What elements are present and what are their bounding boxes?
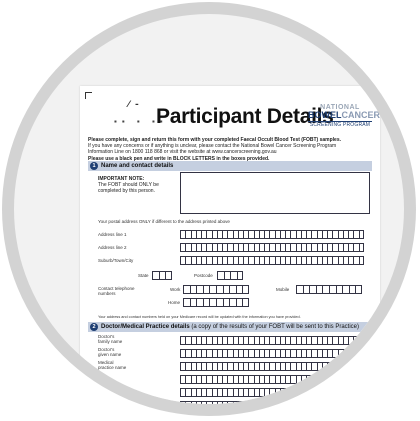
char-box[interactable] (215, 285, 223, 294)
char-box[interactable] (242, 298, 249, 307)
contact-label: Contact telephone numbers (98, 286, 135, 296)
section-1-number: 1 (90, 162, 98, 170)
char-box[interactable] (158, 271, 166, 280)
note-body: The FOBT should ONLY be completed by thi… (98, 182, 159, 194)
logo-line-2b: CANCER (341, 110, 381, 120)
address-line-1-field[interactable] (180, 230, 364, 239)
postcode-field[interactable] (217, 271, 244, 280)
char-box[interactable] (183, 298, 190, 307)
char-box[interactable] (152, 271, 159, 280)
doctor-given-name-label: Doctor's given name (98, 347, 122, 357)
char-box[interactable] (242, 285, 249, 294)
char-box[interactable] (358, 230, 364, 239)
char-box[interactable] (215, 298, 223, 307)
practice-name-field-2[interactable] (180, 375, 364, 384)
outer-circle-frame: ⁄ ⁃ ▪▪ ▪ ▪▪ Participant Details NATIONAL… (2, 2, 416, 416)
char-box[interactable] (342, 285, 349, 294)
logo-line-3: SCREENING PROGRAM (308, 121, 372, 128)
char-box[interactable] (309, 285, 316, 294)
doctor-given-name-field[interactable] (180, 349, 364, 358)
home-phone-field[interactable] (183, 298, 249, 307)
char-box[interactable] (315, 285, 323, 294)
section-2-header: 2 Doctor/Medical Practice details (a copy… (88, 322, 372, 332)
char-box[interactable] (302, 285, 310, 294)
char-box[interactable] (236, 271, 244, 280)
char-box[interactable] (202, 285, 210, 294)
important-note: IMPORTANT NOTE: The FOBT should ONLY be … (98, 176, 160, 194)
state-label: State (138, 273, 149, 278)
practice-address-field[interactable] (180, 388, 364, 397)
address-line-2-field[interactable] (180, 243, 364, 252)
mobile-phone-field[interactable] (296, 285, 362, 294)
section-2-title: Doctor/Medical Practice details (101, 324, 190, 330)
name-address-box[interactable] (180, 172, 370, 214)
home-label: Home (168, 300, 181, 305)
char-box[interactable] (196, 298, 203, 307)
char-box[interactable] (328, 285, 336, 294)
state-field[interactable] (152, 271, 172, 280)
char-box[interactable] (358, 362, 364, 371)
intro-text: Please complete, sign and return this fo… (88, 137, 370, 162)
program-logo: NATIONAL BOWELCANCER SCREENING PROGRAM (308, 104, 380, 130)
doctor-family-name-label: Doctor's family name (98, 334, 123, 344)
char-box[interactable] (335, 285, 343, 294)
char-box[interactable] (358, 349, 364, 358)
char-box[interactable] (358, 388, 364, 397)
char-box[interactable] (348, 285, 356, 294)
crop-mark-top-right (368, 92, 375, 99)
char-box[interactable] (230, 271, 237, 280)
address-line-2-label: Address line 2 (98, 245, 127, 250)
char-box[interactable] (189, 285, 197, 294)
address-line-1-label: Address line 1 (98, 232, 127, 237)
char-box[interactable] (229, 298, 236, 307)
char-box[interactable] (358, 336, 364, 345)
char-box[interactable] (296, 285, 303, 294)
practice-name-field[interactable] (180, 362, 364, 371)
char-box[interactable] (358, 243, 364, 252)
suburb-label: Suburb/Town/City (98, 258, 134, 263)
section-2-subtitle: (a copy of the results of your FOBT will… (191, 324, 359, 330)
work-label: Work (170, 287, 181, 292)
barcode-glyph: ⁄ ⁃ (128, 100, 141, 110)
char-box[interactable] (209, 285, 216, 294)
char-box[interactable] (217, 271, 224, 280)
form-sheet: ⁄ ⁃ ▪▪ ▪ ▪▪ Participant Details NATIONAL… (80, 86, 380, 404)
char-box[interactable] (235, 298, 243, 307)
char-box[interactable] (202, 298, 210, 307)
char-box[interactable] (358, 256, 364, 265)
logo-line-2: BOWELCANCER (308, 110, 380, 120)
char-box[interactable] (165, 271, 172, 280)
practice-address-field-2[interactable] (180, 401, 364, 404)
section-1-title: Name and contact details (101, 163, 174, 169)
section-1-footer: Your address and contact numbers held on… (98, 315, 301, 319)
doctor-family-name-field[interactable] (180, 336, 364, 345)
inner-circle-frame: ⁄ ⁃ ▪▪ ▪ ▪▪ Participant Details NATIONAL… (14, 14, 404, 404)
char-box[interactable] (183, 285, 190, 294)
logo-line-2a: BOWEL (308, 110, 342, 120)
char-box[interactable] (196, 285, 203, 294)
suburb-field[interactable] (180, 256, 364, 265)
postal-hint: Your postal address ONLY if different to… (98, 219, 230, 224)
crop-mark-top-left (85, 92, 92, 99)
char-box[interactable] (209, 298, 216, 307)
mobile-label: Mobile (276, 287, 290, 292)
char-box[interactable] (322, 285, 329, 294)
section-2-number: 2 (90, 323, 98, 331)
page-title: Participant Details (156, 105, 334, 128)
char-box[interactable] (358, 401, 364, 404)
char-box[interactable] (358, 375, 364, 384)
char-box[interactable] (222, 298, 230, 307)
char-box[interactable] (235, 285, 243, 294)
char-box[interactable] (222, 285, 230, 294)
practice-name-label: Medical practice name (98, 360, 127, 370)
char-box[interactable] (229, 285, 236, 294)
section-1-header: 1 Name and contact details (88, 161, 372, 171)
char-box[interactable] (355, 285, 362, 294)
char-box[interactable] (189, 298, 197, 307)
postcode-label: Postcode (194, 273, 213, 278)
char-box[interactable] (223, 271, 231, 280)
work-phone-field[interactable] (183, 285, 249, 294)
